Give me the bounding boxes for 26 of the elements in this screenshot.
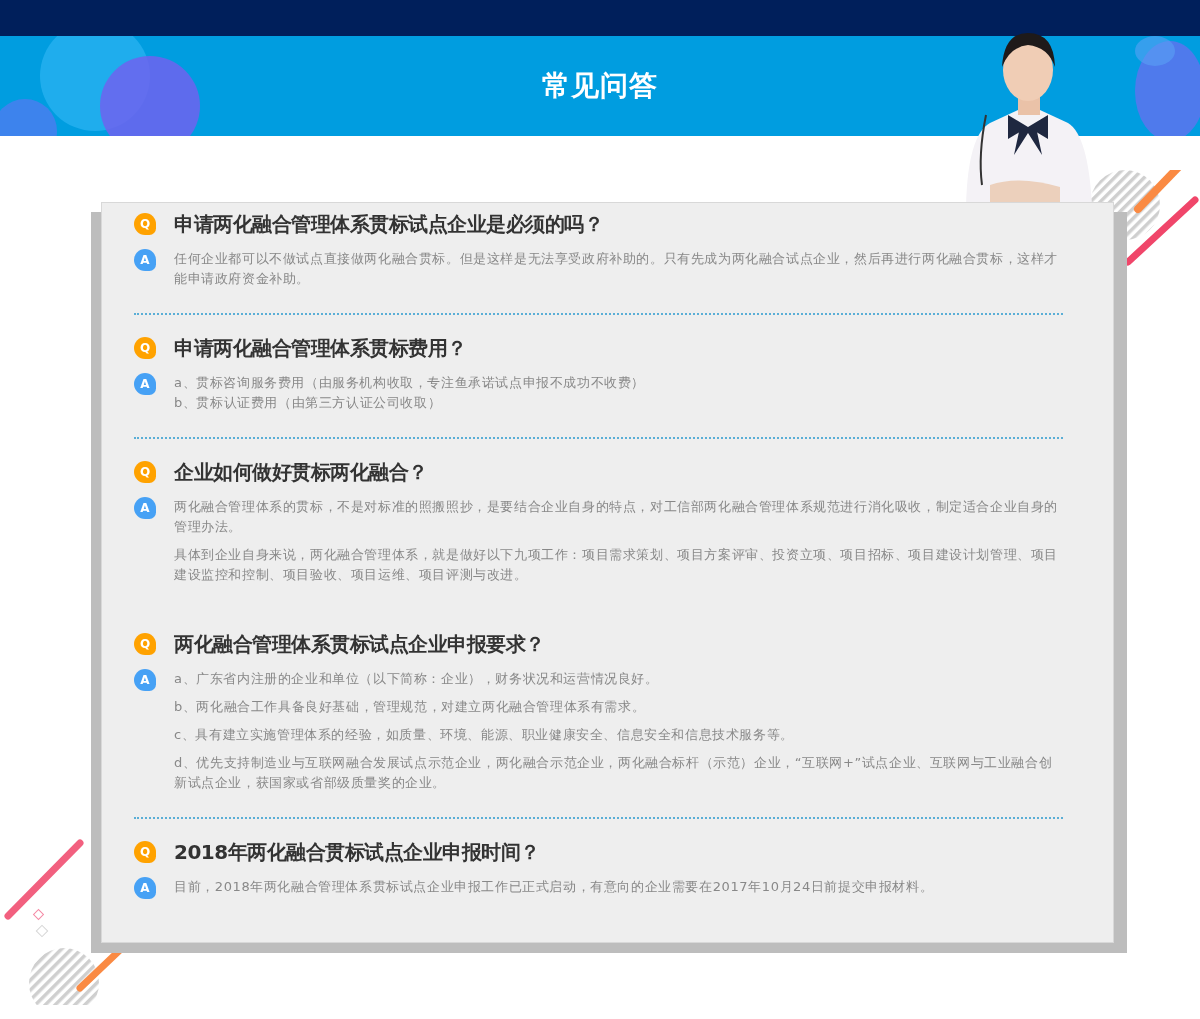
question-badge: Q (134, 337, 156, 359)
answer-badge: A (134, 877, 156, 899)
question-title: 企业如何做好贯标两化融合？ (174, 459, 428, 486)
answer-text: a、广东省内注册的企业和单位（以下简称：企业），财务状况和运营情况良好。 (174, 670, 660, 688)
answer-text: c、具有建立实施管理体系的经验，如质量、环境、能源、职业健康安全、信息安全和信息技术服务等。 (174, 726, 795, 744)
page-title: 常见问答 (542, 68, 658, 104)
answer-badge: A (134, 497, 156, 519)
question-title: 两化融合管理体系贯标试点企业申报要求？ (174, 631, 545, 658)
answer-badge: A (134, 373, 156, 395)
question-badge: Q (134, 633, 156, 655)
question-badge: Q (134, 841, 156, 863)
answer-text: a、贯标咨询服务费用（由服务机构收取，专注鱼承诺试点申报不成功不收费） (174, 374, 646, 392)
answer-text: b、贯标认证费用（由第三方认证公司收取） (174, 394, 443, 412)
answer-badge: A (134, 249, 156, 271)
question-badge: Q (134, 461, 156, 483)
answer-badge: A (134, 669, 156, 691)
answer-text: 两化融合管理体系的贯标，不是对标准的照搬照抄，是要结合企业自身的特点，对工信部两化融合管理体系规范进行消化吸收，制定适合企业自身的管理办法。 (174, 498, 1059, 536)
answer-text: 目前，2018年两化融合管理体系贯标试点企业申报工作已正式启动，有意向的企业需要在2017年10月24日前提交申报材料。 (174, 878, 935, 896)
answer-text: 具体到企业自身来说，两化融合管理体系，就是做好以下九项工作：项目需求策划、项目方案评审、投资立项、项目招标、项目建设计划管理、项目建设监控和控制、项目验收、项目运维、项目评测与改进。 (174, 546, 1059, 584)
question-title: 2018年两化融合贯标试点企业申报时间？ (174, 839, 540, 866)
answer-text: 任何企业都可以不做试点直接做两化融合贯标。但是这样是无法享受政府补助的。只有先成为两化融合试点企业，然后再进行两化融合贯标，这样才能申请政府资金补助。 (174, 250, 1059, 288)
question-badge: Q (134, 213, 156, 235)
answer-text: d、优先支持制造业与互联网融合发展试点示范企业，两化融合示范企业，两化融合标杆（示范）企业，“互联网+”试点企业、互联网与工业融合创新试点企业，获国家或省部级质量奖的企业。 (174, 754, 1054, 792)
question-title: 申请两化融合管理体系贯标试点企业是必须的吗？ (174, 211, 603, 238)
question-title: 申请两化融合管理体系贯标费用？ (174, 335, 467, 362)
answer-text: b、两化融合工作具备良好基础，管理规范，对建立两化融合管理体系有需求。 (174, 698, 647, 716)
